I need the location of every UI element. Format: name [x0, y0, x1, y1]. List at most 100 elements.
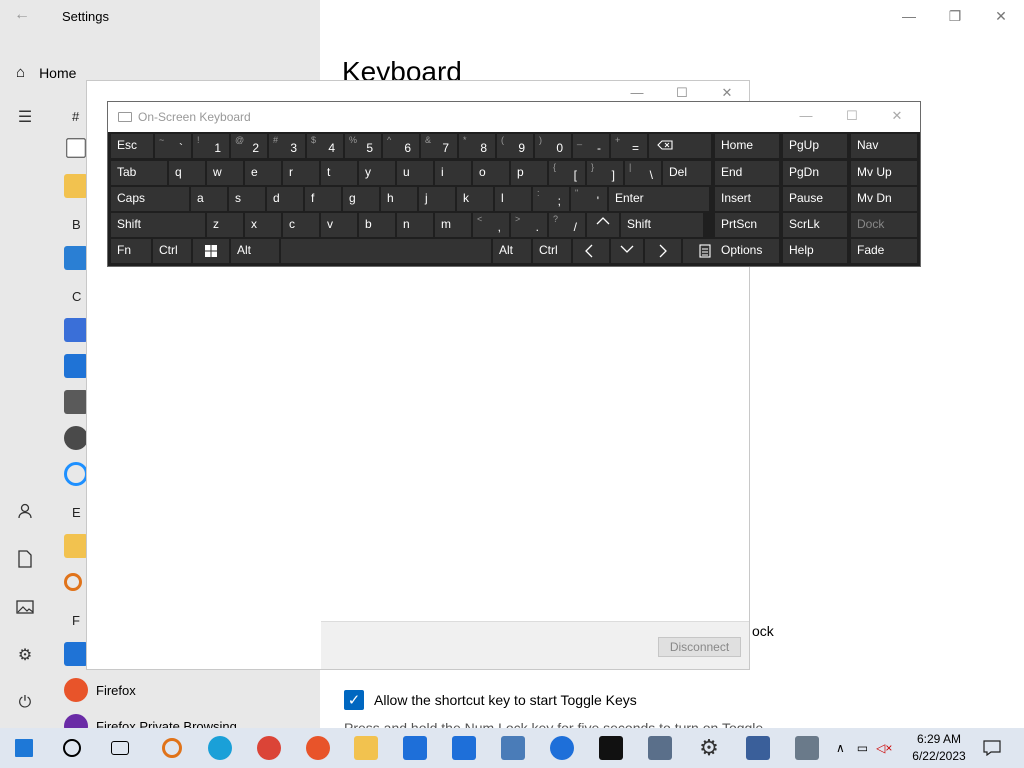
key-l[interactable]: l	[495, 187, 531, 211]
key-rctrl[interactable]: Ctrl	[533, 239, 571, 263]
toggle-keys-shortcut-row[interactable]: ✓ Allow the shortcut key to start Toggle…	[344, 690, 637, 710]
key-backspace[interactable]	[649, 134, 711, 158]
key-u[interactable]: u	[397, 161, 433, 185]
key-lctrl[interactable]: Ctrl	[153, 239, 191, 263]
key-fade[interactable]: Fade	[851, 239, 917, 263]
network-tool-icon[interactable]	[636, 728, 684, 768]
key-o[interactable]: o	[473, 161, 509, 185]
key-pgdn[interactable]: PgDn	[783, 161, 847, 185]
restore-button[interactable]: ❐	[932, 0, 978, 32]
key-semicolon[interactable]: :;	[533, 187, 569, 211]
back-arrow-icon[interactable]: ←	[14, 6, 30, 24]
key-n[interactable]: n	[397, 213, 433, 237]
key-win[interactable]	[193, 239, 229, 263]
settings-icon[interactable]: ⚙	[685, 728, 733, 768]
key-slash[interactable]: ? /	[549, 213, 585, 237]
key-scrlk[interactable]: ScrLk	[783, 213, 847, 237]
key-nav[interactable]: Nav	[851, 134, 917, 158]
key-tab[interactable]: Tab	[111, 161, 167, 185]
file-explorer-icon[interactable]	[342, 728, 390, 768]
key-lbracket[interactable]: {[	[549, 161, 585, 185]
key-up[interactable]	[587, 213, 619, 237]
key-rshift[interactable]: Shift	[621, 213, 703, 237]
key-0[interactable]: ) 0	[535, 134, 571, 158]
key-insert[interactable]: Insert	[715, 187, 779, 211]
key-fn[interactable]: Fn	[111, 239, 151, 263]
key-c[interactable]: c	[283, 213, 319, 237]
key-t[interactable]: t	[321, 161, 357, 185]
power-icon[interactable]: ⏻	[14, 692, 36, 714]
app-item[interactable]: Firefox	[56, 672, 320, 708]
clock[interactable]: 6:29 AM 6/22/2023	[906, 731, 972, 765]
7zip-icon[interactable]	[587, 728, 635, 768]
key-minus[interactable]: _ -	[573, 134, 609, 158]
key-x[interactable]: x	[245, 213, 281, 237]
dialog-maximize-button[interactable]: ☐	[672, 85, 692, 101]
disconnect-button[interactable]: Disconnect	[658, 637, 741, 657]
firefox-icon[interactable]	[294, 728, 342, 768]
key-q[interactable]: q	[169, 161, 205, 185]
start-button-icon[interactable]	[0, 728, 48, 768]
task-view-icon[interactable]	[96, 728, 144, 768]
pictures-icon[interactable]	[14, 596, 36, 618]
mail-icon[interactable]	[440, 728, 488, 768]
key-e[interactable]: e	[245, 161, 281, 185]
key-p[interactable]: p	[511, 161, 547, 185]
key-i[interactable]: i	[435, 161, 471, 185]
gear-icon[interactable]: ⚙	[14, 644, 36, 666]
osk-maximize-button[interactable]: ☐	[842, 108, 862, 124]
key-7[interactable]: & 7	[421, 134, 457, 158]
chrome-icon[interactable]	[245, 728, 293, 768]
key-d[interactable]: d	[267, 187, 303, 211]
key-b[interactable]: b	[359, 213, 395, 237]
key-m[interactable]: m	[435, 213, 471, 237]
key-5[interactable]: % 5	[345, 134, 381, 158]
edge-icon[interactable]	[196, 728, 244, 768]
key-k[interactable]: k	[457, 187, 493, 211]
key-v[interactable]: v	[321, 213, 357, 237]
key-options[interactable]: Options	[715, 239, 779, 263]
notifications-icon[interactable]	[972, 728, 1012, 768]
key-home[interactable]: Home	[715, 134, 779, 158]
key-backtick[interactable]: ~ `	[155, 134, 191, 158]
network-icon[interactable]: ▭	[857, 741, 868, 755]
key-f[interactable]: f	[305, 187, 341, 211]
key-j[interactable]: j	[419, 187, 455, 211]
app-item[interactable]: Firefox Private Browsing	[56, 708, 320, 728]
cortana-circle-icon[interactable]	[48, 728, 96, 768]
key-lalt[interactable]: Alt	[231, 239, 279, 263]
key-1[interactable]: ! 1	[193, 134, 229, 158]
key-caps[interactable]: Caps	[111, 187, 189, 211]
osk-close-button[interactable]: ✕	[887, 108, 907, 124]
toggle-keys-shortcut-checkbox[interactable]: ✓	[344, 690, 364, 710]
key-a[interactable]: a	[191, 187, 227, 211]
key-4[interactable]: $4	[307, 134, 343, 158]
image-viewer-icon[interactable]	[783, 728, 831, 768]
key-2[interactable]: @2	[231, 134, 267, 158]
key-left[interactable]	[573, 239, 609, 263]
minimize-button[interactable]: —	[886, 0, 932, 32]
home-link[interactable]: ⌂ Home	[16, 64, 76, 81]
key-quote[interactable]: " '	[571, 187, 607, 211]
key-help[interactable]: Help	[783, 239, 847, 263]
remote-desktop-icon[interactable]	[489, 728, 537, 768]
microsoft-store-icon[interactable]	[391, 728, 439, 768]
dialog-minimize-button[interactable]: —	[627, 85, 647, 100]
key-end[interactable]: End	[715, 161, 779, 185]
key-9[interactable]: (9	[497, 134, 533, 158]
hamburger-menu-icon[interactable]: ☰	[14, 106, 36, 128]
key-h[interactable]: h	[381, 187, 417, 211]
key-backslash[interactable]: | \	[625, 161, 661, 185]
close-button[interactable]: ✕	[978, 0, 1024, 32]
key-comma[interactable]: <,	[473, 213, 509, 237]
osk-minimize-button[interactable]: —	[796, 108, 816, 123]
show-hidden-icons-chevron-icon[interactable]: ∧	[836, 741, 845, 755]
volume-muted-icon[interactable]: ◁×	[876, 741, 892, 755]
key-lshift[interactable]: Shift	[111, 213, 205, 237]
key-space[interactable]	[281, 239, 491, 263]
key-enter[interactable]: Enter	[609, 187, 709, 211]
key-del[interactable]: Del	[663, 161, 711, 185]
key-dock[interactable]: Dock	[851, 213, 917, 237]
quick-assist-icon[interactable]	[538, 728, 586, 768]
key-period[interactable]: >.	[511, 213, 547, 237]
